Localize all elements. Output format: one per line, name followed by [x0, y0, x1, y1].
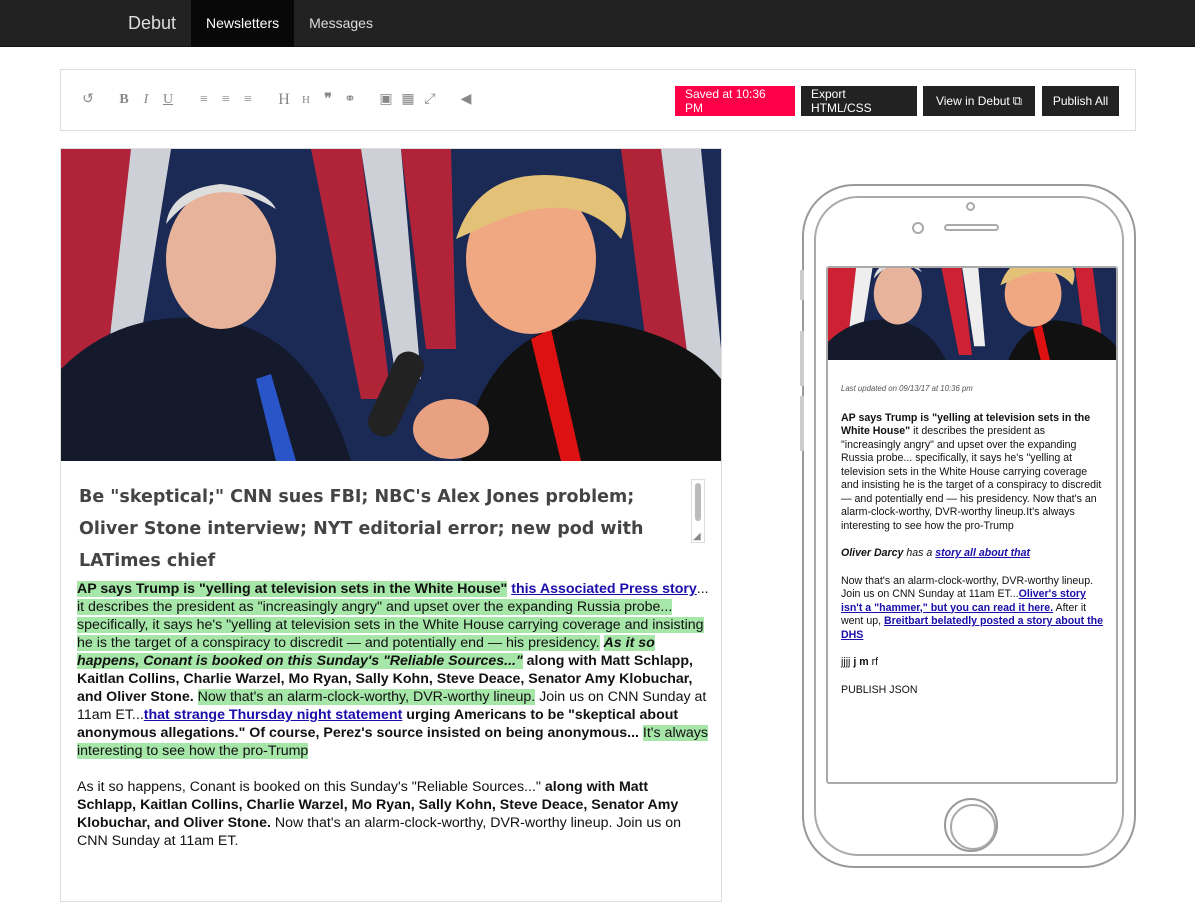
expand-icon[interactable]: ⤢ — [423, 92, 437, 108]
phone-sensor — [966, 202, 975, 211]
tab-newsletters[interactable]: Newsletters — [191, 0, 295, 47]
tab-messages[interactable]: Messages — [294, 0, 388, 47]
image-icon[interactable]: ▣ — [379, 92, 393, 108]
newsletter-editor[interactable]: Be "skeptical;" CNN sues FBI; NBC's Alex… — [60, 148, 722, 902]
italic-icon[interactable]: I — [139, 92, 153, 108]
scrollbar-thumb[interactable] — [695, 483, 701, 521]
newsletter-body[interactable]: AP says Trump is "yelling at television … — [77, 580, 709, 868]
external-link-icon: ⧉ — [1012, 93, 1023, 108]
preview-content: Last updated on 09/13/17 at 10:36 pm AP … — [828, 360, 1116, 697]
phone-side-button — [800, 331, 804, 386]
phone-camera — [912, 222, 924, 234]
story-link[interactable]: story all about that — [935, 547, 1030, 559]
body-paragraph-1[interactable]: AP says Trump is "yelling at television … — [77, 580, 709, 760]
phone-preview: Last updated on 09/13/17 at 10:36 pm AP … — [800, 184, 1136, 868]
text-span: As it so happens, Conant is booked on th… — [77, 779, 541, 795]
saved-status-button[interactable]: Saved at 10:36 PM — [675, 86, 795, 116]
text-span: has a — [906, 547, 933, 559]
highlight-text: AP says Trump is "yelling at television … — [77, 581, 508, 597]
export-html-css-button[interactable]: Export HTML/CSS — [801, 86, 917, 116]
last-updated-text: Last updated on 09/13/17 at 10:36 pm — [841, 384, 973, 393]
bold-icon[interactable]: B — [117, 92, 131, 108]
editor-toolbar: ↺ B I U ≡ ≡ ≡ H H ❞ ⚭ ▣ ▦ ⤢ ◀ Saved at 1… — [60, 69, 1136, 131]
phone-screen[interactable]: Last updated on 09/13/17 at 10:36 pm AP … — [826, 266, 1118, 784]
publish-all-button[interactable]: Publish All — [1042, 86, 1119, 116]
text-span: rf — [871, 656, 879, 668]
body-paragraph-2[interactable]: As it so happens, Conant is booked on th… — [77, 778, 709, 850]
phone-side-button — [800, 396, 804, 451]
align-right-icon[interactable]: ≡ — [241, 92, 255, 108]
ap-story-link[interactable]: this Associated Press story — [511, 581, 697, 597]
preview-paragraph: jjjj j m rf — [841, 656, 1104, 670]
quote-icon[interactable]: ❞ — [321, 92, 335, 108]
megaphone-icon[interactable]: ◀ — [459, 92, 473, 108]
preview-paragraph: PUBLISH JSON — [841, 683, 918, 696]
resize-handle-icon[interactable]: ◢ — [693, 531, 701, 542]
author-name: Oliver Darcy — [841, 547, 904, 559]
text-span: jjjj — [841, 656, 851, 668]
text-span: j m — [853, 656, 869, 668]
text-span: it describes the president as "increasin… — [841, 425, 1102, 532]
view-in-debut-label: View in Debut — [935, 94, 1010, 108]
breitbart-link[interactable]: Breitbart belatedly posted a story about… — [841, 615, 1103, 641]
top-navbar: Debut Newsletters Messages — [0, 0, 1195, 47]
link-icon[interactable]: ⚭ — [343, 92, 357, 108]
align-left-icon[interactable]: ≡ — [197, 92, 211, 108]
phone-speaker — [944, 224, 999, 231]
video-icon[interactable]: ▦ — [401, 92, 415, 108]
heading-large-icon[interactable]: H — [277, 92, 291, 108]
brand-logo[interactable]: Debut — [128, 13, 191, 34]
phone-side-button — [800, 270, 804, 300]
preview-paragraph: Oliver Darcy has a story all about that — [841, 547, 1104, 561]
phone-home-button — [944, 798, 998, 852]
heading-small-icon[interactable]: H — [299, 92, 313, 108]
highlight-text: Now that's an alarm-clock-worthy, DVR-wo… — [197, 689, 536, 705]
text-span: ... — [696, 581, 709, 597]
preview-hero-image — [828, 268, 1116, 360]
newsletter-title[interactable]: Be "skeptical;" CNN sues FBI; NBC's Alex… — [79, 481, 689, 577]
statement-link[interactable]: that strange Thursday night statement — [144, 707, 403, 723]
underline-icon[interactable]: U — [161, 92, 175, 108]
undo-icon[interactable]: ↺ — [81, 92, 95, 108]
preview-photo — [828, 268, 1116, 360]
hero-image[interactable] — [61, 149, 721, 461]
preview-paragraph: AP says Trump is "yelling at television … — [841, 412, 1104, 534]
preview-paragraph: Now that's an alarm-clock-worthy, DVR-wo… — [841, 575, 1104, 643]
align-center-icon[interactable]: ≡ — [219, 92, 233, 108]
hero-photo — [61, 149, 721, 461]
view-in-debut-button[interactable]: View in Debut ⧉ — [923, 86, 1035, 116]
